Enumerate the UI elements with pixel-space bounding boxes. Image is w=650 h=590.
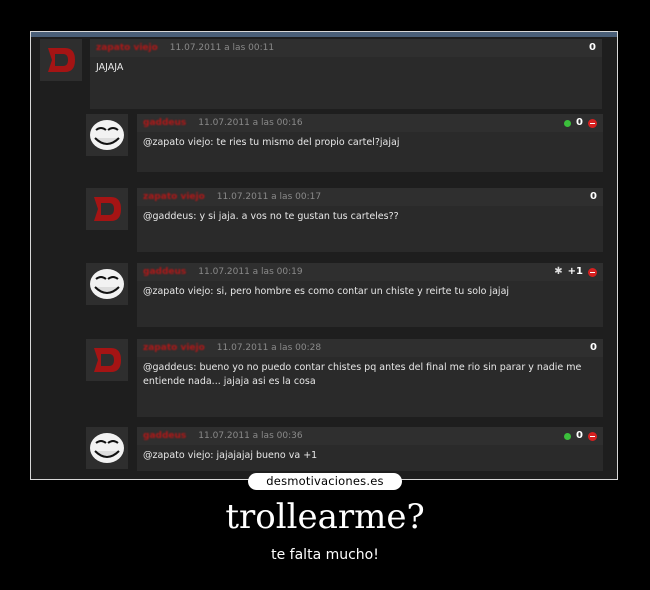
comment-date: 11.07.2011 a las 00:17	[216, 192, 322, 202]
star-icon[interactable]: ✱	[554, 263, 562, 281]
vote-up-icon[interactable]	[564, 119, 572, 127]
top-accent-bar	[31, 32, 617, 37]
trollface-icon	[90, 120, 124, 150]
red-d-avatar[interactable]	[86, 188, 128, 230]
comment-header: gaddeus 11.07.2011 a las 00:36 0	[137, 427, 603, 445]
comment-text: @gaddeus: y si jaja. a vos no te gustan …	[143, 211, 399, 222]
comment: gaddeus 11.07.2011 a las 00:19 ✱ +1 @zapat…	[86, 263, 606, 327]
comment-author[interactable]: gaddeus	[143, 118, 186, 128]
comment-author[interactable]: zapato viejo	[96, 43, 158, 53]
vote-score: 0	[590, 191, 597, 202]
vote-up-icon[interactable]	[564, 432, 572, 440]
comment-header: zapato viejo 11.07.2011 a las 00:11 0	[90, 39, 602, 57]
vote-score: 0	[589, 42, 596, 53]
trollface-avatar[interactable]	[86, 114, 128, 156]
vote-down-icon[interactable]	[588, 267, 597, 277]
vote-box: 0	[564, 114, 597, 132]
comment-header: zapato viejo 11.07.2011 a las 00:17 0	[137, 188, 603, 206]
vote-box: ✱ +1	[554, 263, 597, 281]
vote-down-icon[interactable]	[588, 118, 597, 128]
comment-author[interactable]: gaddeus	[143, 431, 186, 441]
comment-body: @zapato viejo: te ries tu mismo del prop…	[137, 132, 603, 172]
comment-author[interactable]: zapato viejo	[143, 192, 205, 202]
comment: gaddeus 11.07.2011 a las 00:16 0 @zapato …	[86, 114, 606, 176]
red-d-icon	[48, 48, 75, 72]
red-d-avatar[interactable]	[86, 339, 128, 381]
comment: zapato viejo 11.07.2011 a las 00:11 0 JAJ…	[38, 39, 608, 111]
red-d-avatar[interactable]	[40, 39, 82, 81]
comment-header: gaddeus 11.07.2011 a las 00:19 ✱ +1	[137, 263, 603, 281]
comment-text: @zapato viejo: si, pero hombre es como c…	[143, 286, 510, 297]
vote-score: 0	[590, 342, 597, 353]
trollface-avatar[interactable]	[86, 427, 128, 469]
comment-header: zapato viejo 11.07.2011 a las 00:28 0	[137, 339, 603, 357]
vote-box: 0	[590, 339, 597, 357]
comment-date: 11.07.2011 a las 00:36	[198, 431, 303, 441]
comment-text: @gaddeus: bueno yo no puedo contar chist…	[143, 362, 582, 387]
comment-body: @gaddeus: y si jaja. a vos no te gustan …	[137, 206, 603, 252]
comment-body: @zapato viejo: si, pero hombre es como c…	[137, 281, 603, 327]
vote-box: 0	[589, 39, 596, 57]
comment: gaddeus 11.07.2011 a las 00:36 0 @zapato …	[86, 427, 606, 471]
comment-body: @zapato viejo: jajajajaj bueno va +1	[137, 445, 603, 471]
comment-author[interactable]: gaddeus	[143, 267, 186, 277]
comment-date: 11.07.2011 a las 00:11	[169, 43, 275, 53]
comment-date: 11.07.2011 a las 00:19	[198, 267, 303, 277]
red-d-icon	[94, 197, 121, 221]
comment-text: @zapato viejo: te ries tu mismo del prop…	[143, 137, 400, 148]
comment-date: 11.07.2011 a las 00:16	[198, 118, 303, 128]
poster-title: trollearme?	[225, 497, 425, 537]
comment-header: gaddeus 11.07.2011 a las 00:16 0	[137, 114, 603, 132]
screenshot-frame: zapato viejo 11.07.2011 a las 00:11 0 JAJ…	[30, 31, 618, 480]
comment-text: @zapato viejo: jajajajaj bueno va +1	[143, 450, 318, 461]
vote-score: 0	[576, 430, 583, 441]
trollface-avatar[interactable]	[86, 263, 128, 305]
comment-body: JAJAJA	[90, 57, 602, 109]
trollface-icon	[90, 269, 124, 299]
trollface-icon	[90, 433, 124, 463]
vote-box: 0	[590, 188, 597, 206]
comment-author[interactable]: zapato viejo	[143, 343, 205, 353]
comment: zapato viejo 11.07.2011 a las 00:17 0 @ga…	[86, 188, 606, 252]
vote-score: 0	[576, 117, 583, 128]
vote-box: 0	[564, 427, 597, 445]
comment-date: 11.07.2011 a las 00:28	[216, 343, 322, 353]
comment-text: JAJAJA	[96, 62, 124, 73]
site-logo[interactable]: desmotivaciones.es	[248, 473, 402, 490]
red-d-icon	[94, 348, 121, 372]
poster-subtitle: te falta mucho!	[271, 547, 379, 563]
vote-down-icon[interactable]	[588, 431, 597, 441]
comment-body: @gaddeus: bueno yo no puedo contar chist…	[137, 357, 603, 417]
vote-score: +1	[567, 266, 583, 277]
comment: zapato viejo 11.07.2011 a las 00:28 0 @ga…	[86, 339, 606, 417]
